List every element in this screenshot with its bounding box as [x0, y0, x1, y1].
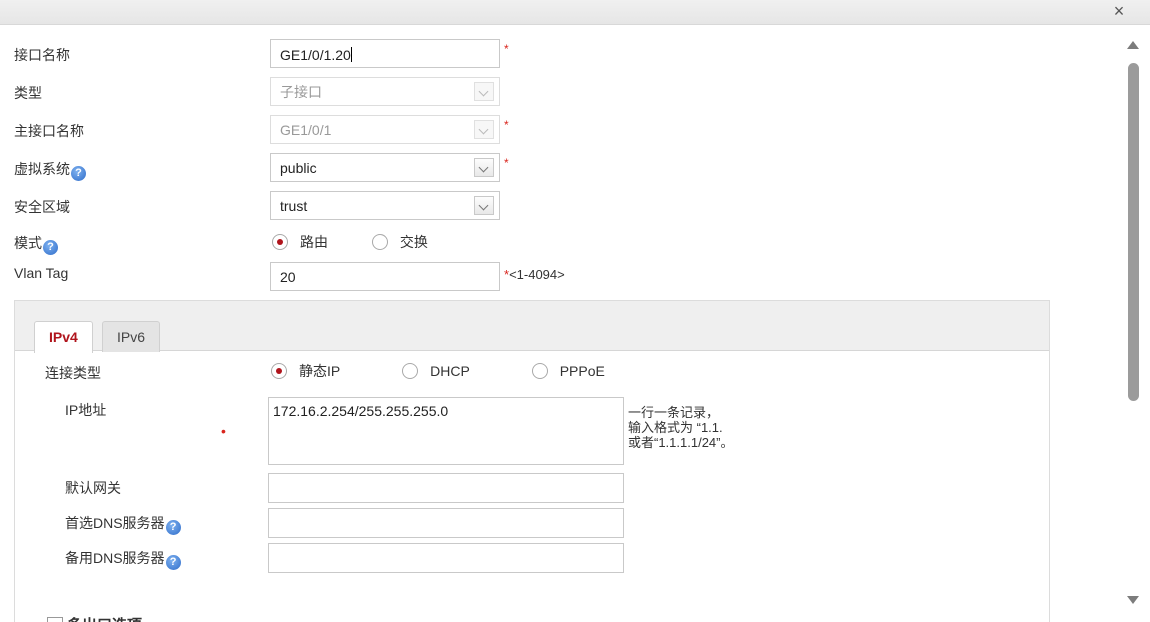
- multi-egress-label: 多出口选项: [67, 614, 142, 622]
- text-cursor: [350, 47, 352, 62]
- row-parent-interface: 主接口名称 GE1/0/1 *: [0, 115, 1118, 145]
- connection-radio-dhcp[interactable]: DHCP: [402, 363, 470, 379]
- scroll-down-icon[interactable]: [1127, 596, 1139, 604]
- required-mark: •: [221, 423, 226, 439]
- multi-egress-option[interactable]: 多出口选项: [47, 614, 142, 622]
- connection-radio-static-ip[interactable]: 静态IP: [271, 361, 340, 381]
- row-primary-dns: 首选DNS服务器?: [15, 508, 1049, 538]
- ip-address-label: IP地址: [65, 402, 107, 418]
- secondary-dns-input[interactable]: [268, 543, 624, 573]
- primary-dns-label: 首选DNS服务器?: [65, 513, 181, 535]
- mode-label: 模式?: [14, 233, 58, 255]
- connection-radio-pppoe[interactable]: PPPoE: [531, 363, 605, 379]
- close-icon[interactable]: ×: [1110, 2, 1128, 20]
- tab-bar: IPv4 IPv6: [15, 301, 1049, 353]
- chevron-down-icon[interactable]: [474, 158, 494, 177]
- row-ip-address: IP地址 • 172.16.2.254/255.255.255.0 一行一条记录…: [15, 397, 1049, 467]
- radio-unchecked-icon: [531, 363, 548, 379]
- default-gateway-label: 默认网关: [65, 480, 121, 496]
- vlan-tag-label: Vlan Tag: [14, 265, 69, 281]
- virtual-system-select[interactable]: public: [270, 153, 500, 182]
- help-icon[interactable]: ?: [71, 166, 86, 181]
- row-connection-type: 连接类型 静态IP DHCP PPPoE: [15, 357, 1049, 387]
- row-type: 类型 子接口: [0, 77, 1118, 107]
- type-label: 类型: [14, 85, 42, 101]
- tab-ipv6[interactable]: IPv6: [102, 321, 161, 352]
- row-security-zone: 安全区域 trust: [0, 191, 1118, 221]
- row-default-gateway: 默认网关: [15, 473, 1049, 503]
- vlan-tag-range: *<1-4094>: [504, 267, 565, 282]
- dialog-content: 接口名称 GE1/0/1.20 * 类型 子接口 主接口名称 GE1/0/1 *…: [0, 25, 1118, 622]
- scroll-up-icon[interactable]: [1127, 41, 1139, 49]
- security-zone-label: 安全区域: [14, 199, 70, 215]
- chevron-down-icon: [474, 120, 494, 139]
- connection-type-radio-group: 静态IP DHCP PPPoE: [271, 361, 645, 382]
- row-virtual-system: 虚拟系统? public *: [0, 153, 1118, 183]
- connection-type-label: 连接类型: [45, 365, 101, 381]
- ip-address-hint: 一行一条记录， 输入格式为 “1.1. 或者“1.1.1.1/24”。: [628, 405, 734, 450]
- mode-radio-group: 路由 交换: [272, 232, 468, 253]
- radio-checked-icon: [271, 363, 287, 379]
- radio-checked-icon: [272, 234, 288, 250]
- ip-address-textarea[interactable]: 172.16.2.254/255.255.255.0: [268, 397, 624, 465]
- row-mode: 模式? 路由 交换: [0, 227, 1118, 257]
- parent-interface-select: GE1/0/1: [270, 115, 500, 144]
- vertical-scrollbar[interactable]: [1118, 25, 1150, 622]
- chevron-down-icon: [474, 82, 494, 101]
- required-mark: *: [504, 42, 509, 56]
- row-vlan-tag: Vlan Tag 20 *<1-4094>: [0, 262, 1118, 292]
- vlan-tag-input[interactable]: 20: [270, 262, 500, 291]
- parent-interface-label: 主接口名称: [14, 123, 84, 139]
- help-icon[interactable]: ?: [43, 240, 58, 255]
- ip-config-panel: IPv4 IPv6 连接类型 静态IP DHCP PPPoE IP地址 • 17…: [14, 300, 1050, 622]
- radio-unchecked-icon: [402, 363, 419, 379]
- interface-name-label: 接口名称: [14, 47, 70, 63]
- type-select: 子接口: [270, 77, 500, 106]
- required-mark: *: [504, 118, 509, 132]
- radio-unchecked-icon: [371, 234, 388, 250]
- mode-radio-switch[interactable]: 交换: [371, 232, 428, 252]
- tab-ipv4[interactable]: IPv4: [34, 321, 93, 353]
- help-icon[interactable]: ?: [165, 520, 181, 535]
- security-zone-select[interactable]: trust: [270, 191, 500, 220]
- row-secondary-dns: 备用DNS服务器?: [15, 543, 1049, 573]
- mode-radio-route[interactable]: 路由: [272, 232, 328, 252]
- virtual-system-label: 虚拟系统?: [14, 159, 86, 181]
- required-mark: *: [504, 156, 509, 170]
- interface-name-input[interactable]: GE1/0/1.20: [270, 39, 500, 68]
- row-interface-name: 接口名称 GE1/0/1.20 *: [0, 39, 1118, 69]
- dialog-titlebar: ×: [0, 0, 1150, 25]
- help-icon[interactable]: ?: [165, 555, 181, 570]
- chevron-down-icon[interactable]: [474, 196, 494, 215]
- default-gateway-input[interactable]: [268, 473, 624, 503]
- secondary-dns-label: 备用DNS服务器?: [65, 548, 181, 570]
- checkbox-unchecked-icon[interactable]: [47, 616, 63, 622]
- primary-dns-input[interactable]: [268, 508, 624, 538]
- scrollbar-thumb[interactable]: [1128, 63, 1139, 401]
